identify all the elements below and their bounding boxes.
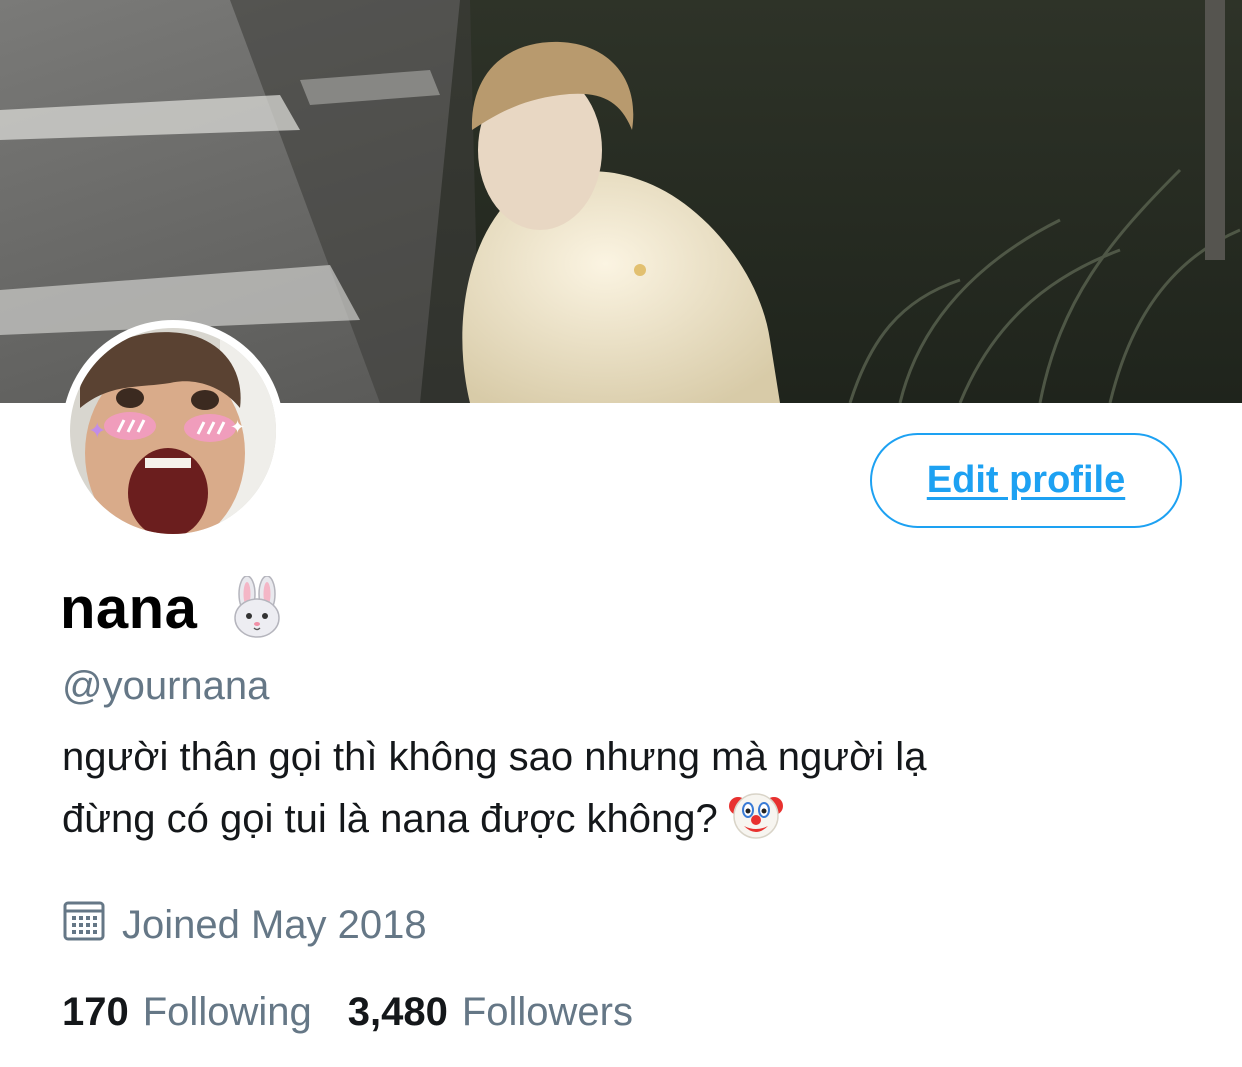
followers-label: Followers: [461, 990, 633, 1034]
joined-text: Joined May 2018: [122, 902, 427, 947]
followers-count: 3,480: [347, 990, 448, 1034]
profile-handle: @yournana: [62, 664, 270, 708]
following-count: 170: [62, 990, 129, 1034]
svg-text:✦: ✦: [88, 418, 106, 443]
following-label: Following: [142, 990, 312, 1034]
clown-face-icon: [728, 786, 784, 858]
bio-line-2: đừng có gọi tui là nana được không?: [62, 786, 1202, 858]
calendar-icon: [62, 898, 106, 952]
bio-line: người thân gọi thì không sao nhưng mà ng…: [62, 735, 927, 779]
followers-link[interactable]: 3,480 Followers: [348, 990, 633, 1035]
display-name-text: nana: [60, 576, 198, 641]
profile-bio: người thân gọi thì không sao nhưng mà ng…: [62, 728, 1202, 858]
following-link[interactable]: 170 Following: [62, 990, 312, 1035]
svg-text:✦: ✦: [230, 417, 245, 437]
joined-date: Joined May 2018: [62, 898, 427, 952]
rabbit-face-icon: [225, 575, 289, 645]
display-name: nana: [60, 572, 289, 645]
bio-line-text: đừng có gọi tui là nana được không?: [62, 797, 718, 841]
profile-avatar[interactable]: ✦ ✦: [62, 320, 284, 542]
edit-profile-button[interactable]: Edit profile: [870, 433, 1182, 528]
follow-stats: 170 Following 3,480 Followers: [62, 990, 633, 1035]
